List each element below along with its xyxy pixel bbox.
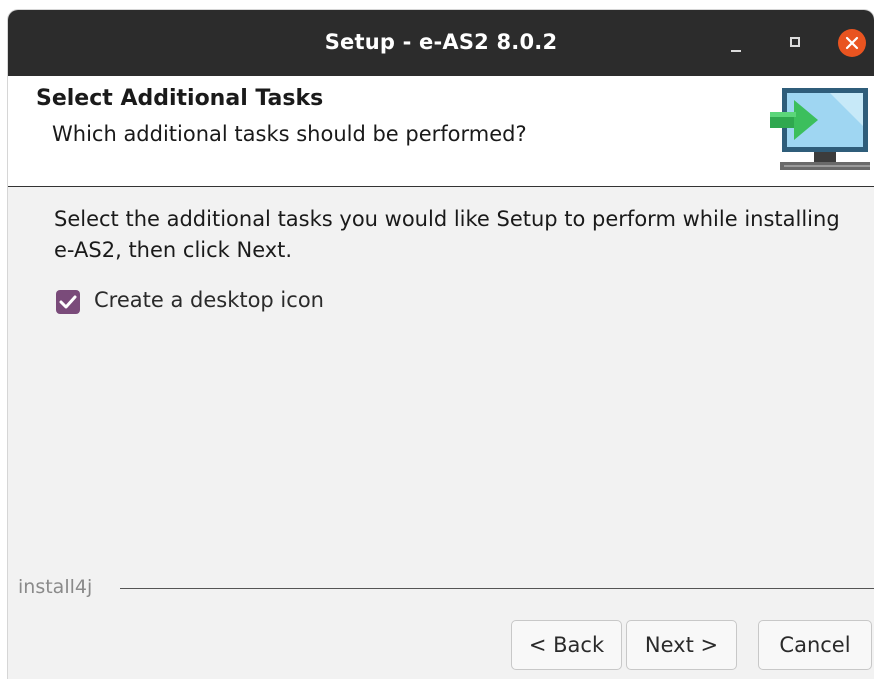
desktop-icon-checkbox[interactable] bbox=[56, 290, 80, 314]
page-subtitle: Which additional tasks should be perform… bbox=[52, 122, 527, 146]
installer-brand: install4j bbox=[8, 575, 874, 601]
back-button[interactable]: < Back bbox=[511, 620, 622, 670]
wizard-header: Select Additional Tasks Which additional… bbox=[8, 76, 874, 187]
minimize-button[interactable] bbox=[721, 28, 751, 58]
checkmark-icon bbox=[59, 295, 77, 309]
next-button[interactable]: Next > bbox=[626, 620, 737, 670]
minimize-icon bbox=[731, 50, 741, 52]
brand-label: install4j bbox=[18, 576, 93, 598]
page-title: Select Additional Tasks bbox=[36, 86, 324, 111]
instructions-text: Select the additional tasks you would li… bbox=[54, 207, 840, 262]
close-icon bbox=[845, 36, 859, 50]
maximize-icon bbox=[790, 37, 800, 47]
desktop-icon-label[interactable]: Create a desktop icon bbox=[94, 288, 324, 312]
cancel-button[interactable]: Cancel bbox=[758, 620, 872, 670]
title-bar[interactable]: Setup - e-AS2 8.0.2 bbox=[8, 10, 874, 76]
maximize-button[interactable] bbox=[781, 28, 811, 58]
install-monitor-arrow-icon bbox=[770, 86, 874, 182]
close-button[interactable] bbox=[838, 29, 866, 57]
divider bbox=[120, 588, 874, 589]
setup-window: Setup - e-AS2 8.0.2 Select Additional Ta… bbox=[8, 10, 874, 679]
